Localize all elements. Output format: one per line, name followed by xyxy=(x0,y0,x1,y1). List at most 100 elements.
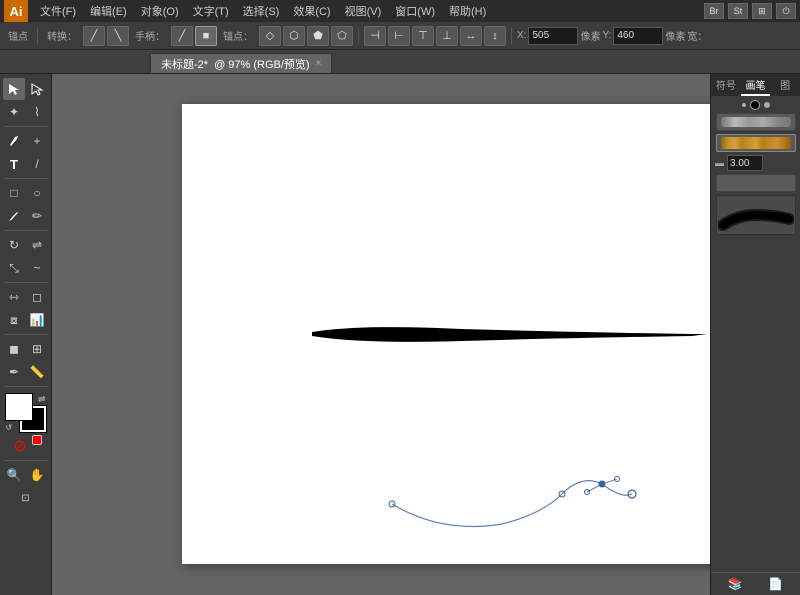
menu-object[interactable]: 对象(O) xyxy=(135,1,185,21)
convert-btn-2[interactable]: ╲ xyxy=(107,26,129,46)
color-boxes: ⇌ ↺ xyxy=(6,394,46,432)
tab-mode: @ 97% (RGB/预览) xyxy=(214,56,310,72)
brush-size-input[interactable] xyxy=(727,155,763,171)
menu-view[interactable]: 视图(V) xyxy=(339,1,388,21)
align-btn-4[interactable]: ⊥ xyxy=(436,26,458,46)
anchor-label: 锚点 xyxy=(4,28,32,43)
menu-select[interactable]: 选择(S) xyxy=(237,1,286,21)
measure-tool[interactable]: 📏 xyxy=(26,361,48,383)
main-area: ✦ ⌇ + T / □ ○ ✏ ↻ ⇌ xyxy=(0,74,800,595)
gradient-tool[interactable]: ◼ xyxy=(3,338,25,360)
library-icon[interactable]: 📚 xyxy=(728,577,743,591)
paintbrush-tool[interactable] xyxy=(3,205,25,227)
magic-wand-tool[interactable]: ✦ xyxy=(3,101,25,123)
hand-tool[interactable]: ✋ xyxy=(26,464,48,486)
brush-strip-dark[interactable] xyxy=(716,195,796,235)
brush-strip-calligraphy[interactable] xyxy=(716,134,796,152)
menu-text[interactable]: 文字(T) xyxy=(187,1,235,21)
brush-dot-small xyxy=(742,103,746,107)
y-label: Y: xyxy=(602,30,611,41)
artboard-tools-row: ⊡ xyxy=(15,487,37,509)
x-label: X: xyxy=(517,30,526,41)
zoom-tool[interactable]: 🔍 xyxy=(3,464,25,486)
panel-tab-image[interactable]: 图 xyxy=(770,74,800,96)
document-tab[interactable]: 未标题-2* @ 97% (RGB/预览) × xyxy=(150,53,332,73)
align-btn-6[interactable]: ↕ xyxy=(484,26,506,46)
line-tool[interactable]: / xyxy=(26,153,48,175)
canvas-area xyxy=(52,74,710,595)
tool-sep-1 xyxy=(4,126,48,127)
fill-tools-row: ⊘ xyxy=(9,435,42,457)
warp-tool[interactable]: ~ xyxy=(26,257,48,279)
rect-tool[interactable]: □ xyxy=(3,182,25,204)
panel-tab-brush[interactable]: 画笔 xyxy=(741,74,771,96)
toolbar-sep-2 xyxy=(358,27,359,45)
mesh-tool[interactable]: ⊞ xyxy=(26,338,48,360)
menu-edit[interactable]: 编辑(E) xyxy=(84,1,133,21)
chart-tool[interactable]: 📊 xyxy=(26,309,48,331)
align-btn-2[interactable]: ⊢ xyxy=(388,26,410,46)
align-btn-1[interactable]: ⊣ xyxy=(364,26,386,46)
tabbar: 未标题-2* @ 97% (RGB/预览) × xyxy=(0,50,800,74)
handle-btn-1[interactable]: ╱ xyxy=(171,26,193,46)
x-input[interactable] xyxy=(528,27,578,45)
ellipse-tool[interactable]: ○ xyxy=(26,182,48,204)
width-tool[interactable]: ⇿ xyxy=(3,286,25,308)
reflect-tool[interactable]: ⇌ xyxy=(26,234,48,256)
free-transform-tool[interactable]: ◻ xyxy=(26,286,48,308)
new-brush-icon[interactable]: 📄 xyxy=(768,577,783,591)
pen-tool[interactable] xyxy=(3,130,25,152)
brush-strip-blank1[interactable] xyxy=(716,174,796,192)
color-fill-tool[interactable] xyxy=(32,435,42,445)
anchor3-btn-1[interactable]: ⬟ xyxy=(307,26,329,46)
tool-sep-2 xyxy=(4,178,48,179)
eyedropper-tool[interactable]: ✒ xyxy=(3,361,25,383)
anchor-btn-1[interactable]: ◇ xyxy=(259,26,281,46)
rotate-tool[interactable]: ↻ xyxy=(3,234,25,256)
coord-y-group: Y: 像素 xyxy=(602,27,685,45)
handle-btn-2[interactable]: ■ xyxy=(195,26,217,46)
align-btn-5[interactable]: ↔ xyxy=(460,26,482,46)
convert-btn-1[interactable]: ╱ xyxy=(83,26,105,46)
grid-btn[interactable]: ⊞ xyxy=(752,3,772,19)
direct-selection-tool[interactable] xyxy=(26,78,48,100)
power-btn[interactable]: ⏻ xyxy=(776,3,796,19)
selection-tool[interactable] xyxy=(3,78,25,100)
type-tools-row: T / xyxy=(3,153,48,175)
graph-tools-row: ⇿ ◻ xyxy=(3,286,48,308)
none-fill-tool[interactable]: ⊘ xyxy=(9,435,31,457)
swap-colors-icon[interactable]: ⇌ xyxy=(38,394,46,405)
scale-tool[interactable]: ⤡ xyxy=(3,257,25,279)
brush-dots-row xyxy=(715,100,796,110)
pencil-tool[interactable]: ✏ xyxy=(26,205,48,227)
y-input[interactable] xyxy=(613,27,663,45)
tool-sep-3 xyxy=(4,230,48,231)
brush-dot-medium[interactable] xyxy=(750,100,760,110)
tab-close-btn[interactable]: × xyxy=(316,58,322,69)
anchor2-label: 锚点： xyxy=(219,28,257,43)
menu-effect[interactable]: 效果(C) xyxy=(287,1,336,21)
artboard-tool[interactable]: ⊡ xyxy=(15,487,37,509)
pen-tools: ✦ ⌇ xyxy=(3,101,48,123)
anchor2-btn-1[interactable]: ⬡ xyxy=(283,26,305,46)
bridge-btn[interactable]: Br xyxy=(704,3,724,19)
anchor4-btn-1[interactable]: ⬠ xyxy=(331,26,353,46)
tool-sep-6 xyxy=(4,386,48,387)
lasso-tool[interactable]: ⌇ xyxy=(26,101,48,123)
scale-tools-row: ⤡ ~ xyxy=(3,257,48,279)
menu-window[interactable]: 窗口(W) xyxy=(389,1,441,21)
menu-file[interactable]: 文件(F) xyxy=(34,1,82,21)
menu-help[interactable]: 帮助(H) xyxy=(443,1,492,21)
stock-btn[interactable]: St xyxy=(728,3,748,19)
foreground-color[interactable] xyxy=(6,394,32,420)
panel-content: ▬ xyxy=(711,96,800,572)
symbol-tool[interactable]: ⧇ xyxy=(3,309,25,331)
type-tool[interactable]: T xyxy=(3,153,25,175)
panel-tab-symbol[interactable]: 符号 xyxy=(711,74,741,96)
brush-strip-default[interactable] xyxy=(716,113,796,131)
reset-colors-icon[interactable]: ↺ xyxy=(6,423,13,432)
add-anchor-tool[interactable]: + xyxy=(26,130,48,152)
gradient-tools-row: ◼ ⊞ xyxy=(3,338,48,360)
align-btn-3[interactable]: ⊤ xyxy=(412,26,434,46)
tool-sep-7 xyxy=(4,460,48,461)
